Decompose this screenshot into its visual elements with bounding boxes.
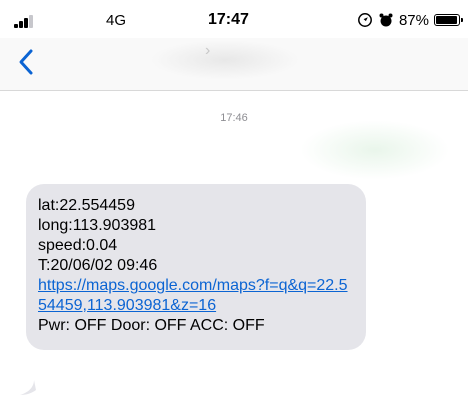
blurred-chevron: › — [205, 42, 211, 59]
status-bar: 4G 17:47 87% — [0, 0, 468, 40]
status-right: 87% — [357, 11, 463, 29]
chevron-left-icon — [19, 49, 33, 75]
blurred-contact — [150, 40, 300, 80]
background-smudge — [300, 120, 450, 180]
back-button[interactable] — [12, 44, 42, 80]
maps-link[interactable]: https://maps.google.com/maps?f=q&q=22.55… — [38, 276, 354, 316]
alarm-icon — [379, 13, 393, 27]
signal-icon — [14, 14, 40, 28]
message-speed: speed:0.04 — [38, 237, 118, 254]
message-long: long:113.903981 — [38, 217, 157, 234]
message-status: Pwr: OFF Door: OFF ACC: OFF — [38, 317, 265, 334]
battery-level-fill — [436, 16, 457, 24]
message-time: T:20/06/02 09:46 — [38, 257, 158, 274]
nav-bar: › — [0, 38, 468, 91]
message-lat: lat:22.554459 — [38, 197, 135, 214]
location-icon — [358, 13, 372, 27]
status-time: 17:47 — [208, 11, 249, 28]
bubble-tail — [20, 380, 36, 395]
message-timestamp: 17:46 — [220, 112, 248, 124]
battery-icon — [434, 14, 463, 26]
network-type: 4G — [106, 12, 127, 29]
message-bubble: lat:22.554459 long:113.903981 speed:0.04… — [26, 184, 366, 350]
battery-percent: 87% — [398, 11, 429, 29]
